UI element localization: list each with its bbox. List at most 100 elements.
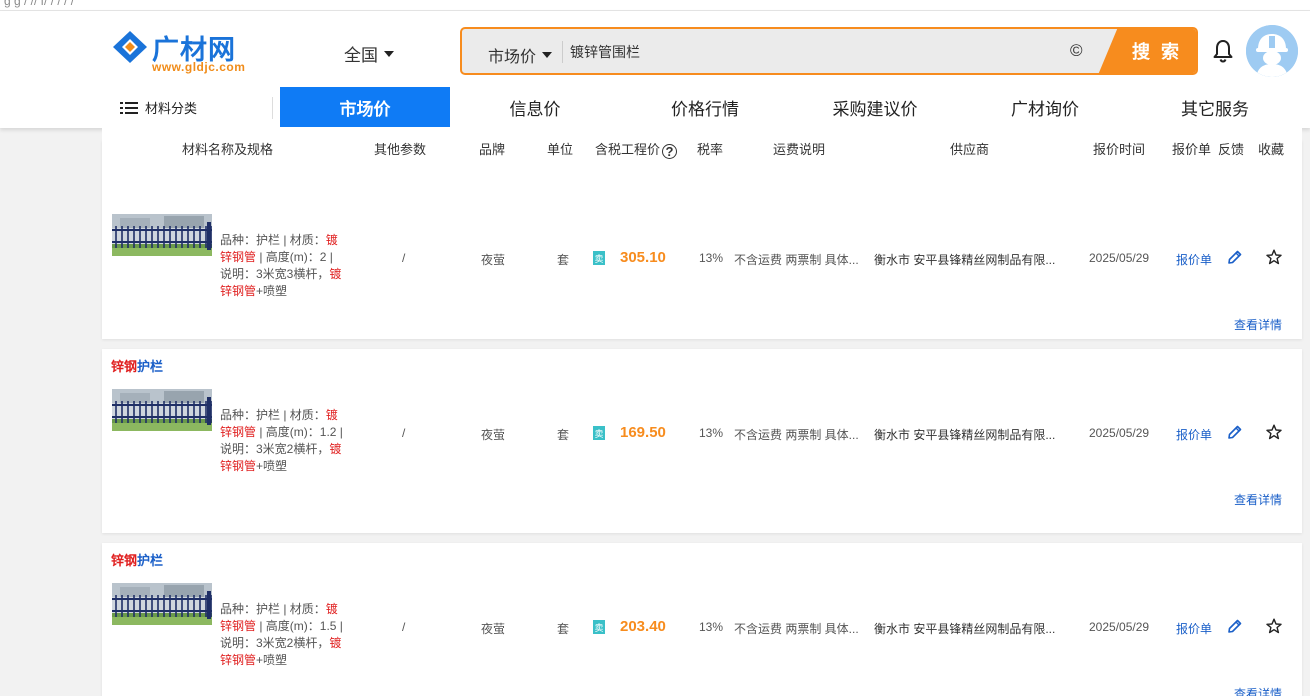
product-title-link[interactable]: 锌钢护栏: [111, 550, 163, 569]
search-divider: [562, 41, 563, 63]
browser-top-strip: g g / // f/ / / / /: [0, 0, 1310, 11]
col-header-feedback: 反馈: [1218, 142, 1245, 157]
search-type-label: 市场价: [488, 49, 537, 66]
bell-icon[interactable]: [1212, 39, 1234, 63]
star-icon[interactable]: [1266, 618, 1282, 634]
region-selector[interactable]: 全国: [344, 41, 394, 66]
unit-cell: 套: [557, 622, 570, 636]
other-params: /: [402, 251, 406, 265]
freight-note[interactable]: 不含运费 两票制 具体...: [734, 620, 859, 637]
brand-cell: 夜萤: [481, 428, 506, 442]
list-menu-icon: [120, 101, 138, 114]
truncated-text: g g / // f/ / / / /: [4, 0, 75, 8]
tab-market-price[interactable]: 市场价: [280, 87, 450, 127]
product-description: 品种：护栏 | 材质：镀锌钢管 | 高度(m)：1.2 | 说明：3米宽2横杆，…: [220, 407, 344, 475]
edit-feedback-icon[interactable]: [1227, 424, 1243, 440]
view-details-link[interactable]: 查看详情: [1234, 685, 1282, 696]
product-thumbnail[interactable]: [112, 389, 212, 431]
desc-text: 品种：护栏 | 材质：: [220, 233, 326, 247]
sell-badge: 卖: [593, 426, 605, 440]
supplier-link[interactable]: 衡水市 安平县锋精丝网制品有限...: [874, 426, 1055, 443]
search-button[interactable]: 搜 索: [1098, 29, 1196, 73]
chevron-down-icon: [542, 52, 553, 58]
brand-cell: 夜萤: [481, 253, 506, 267]
col-header-supplier: 供应商: [950, 142, 990, 157]
desc-text: +喷塑: [256, 459, 288, 473]
main-nav: 材料分类 市场价 信息价 价格行情 采购建议价 广材询价 其它服务: [0, 87, 1310, 127]
logo-mark-icon: [113, 31, 147, 63]
brand-cell: 夜萤: [481, 622, 506, 636]
desc-text: +喷塑: [256, 653, 288, 667]
product-title-link[interactable]: 锌钢护栏: [111, 356, 163, 375]
result-card: 锌钢护栏品种：护栏 | 材质：镀锌钢管 | 高度(m)：1.2 | 说明：3米宽…: [102, 349, 1302, 533]
quote-sheet-link[interactable]: 报价单: [1176, 620, 1212, 637]
quote-sheet-link[interactable]: 报价单: [1176, 426, 1212, 443]
price-value: 169.50: [620, 424, 666, 441]
col-header-freight: 运费说明: [773, 142, 826, 157]
product-description: 品种：护栏 | 材质：镀锌钢管 | 高度(m)：1.5 | 说明：3米宽2横杆，…: [220, 601, 344, 669]
edit-feedback-icon[interactable]: [1227, 249, 1243, 265]
price-value: 305.10: [620, 249, 666, 266]
price-value: 203.40: [620, 618, 666, 635]
product-description: 品种：护栏 | 材质：镀锌钢管 | 高度(m)：2 | 说明：3米宽3横杆，镀锌…: [220, 232, 344, 300]
clear-icon[interactable]: ©: [1070, 41, 1083, 61]
avatar[interactable]: [1246, 25, 1298, 77]
search-type-dropdown[interactable]: 市场价: [488, 43, 553, 67]
tab-purchase-advice[interactable]: 采购建议价: [790, 87, 960, 127]
quote-sheet-link[interactable]: 报价单: [1176, 251, 1212, 268]
freight-note[interactable]: 不含运费 两票制 具体...: [734, 251, 859, 268]
col-header-name: 材料名称及规格: [182, 142, 274, 157]
search-input[interactable]: [570, 38, 1050, 66]
star-icon[interactable]: [1266, 424, 1282, 440]
chevron-down-icon: [384, 50, 394, 57]
quote-date: 2025/05/29: [1089, 620, 1150, 634]
col-header-date: 报价时间: [1093, 142, 1146, 157]
category-label: 材料分类: [145, 101, 198, 116]
brand-url: www.gldjc.com: [152, 60, 246, 74]
site-logo[interactable]: 广材网 www.gldjc.com: [112, 28, 252, 76]
title-rest: 护栏: [137, 553, 164, 568]
tab-info-price[interactable]: 信息价: [450, 87, 620, 127]
col-header-unit: 单位: [547, 142, 574, 157]
category-menu-button[interactable]: 材料分类: [120, 98, 197, 117]
unit-cell: 套: [557, 253, 570, 267]
desc-text: +喷塑: [256, 284, 288, 298]
result-card: 锌钢护栏品种：护栏 | 材质：镀锌钢管 | 高度(m)：1.5 | 说明：3米宽…: [102, 543, 1302, 696]
sell-badge: 卖: [593, 620, 605, 634]
product-thumbnail[interactable]: [112, 214, 212, 256]
help-icon[interactable]: ?: [662, 144, 678, 159]
tax-rate: 13%: [699, 620, 724, 634]
view-details-link[interactable]: 查看详情: [1234, 491, 1282, 508]
supplier-link[interactable]: 衡水市 安平县锋精丝网制品有限...: [874, 620, 1055, 637]
title-highlight: 锌钢: [111, 553, 138, 568]
desc-text: 品种：护栏 | 材质：: [220, 408, 326, 422]
desc-text: 品种：护栏 | 材质：: [220, 602, 326, 616]
supplier-link[interactable]: 衡水市 安平县锋精丝网制品有限...: [874, 251, 1055, 268]
col-header-tax: 税率: [697, 142, 724, 157]
site-header: 广材网 www.gldjc.com 全国 市场价 © 搜 索: [0, 11, 1310, 128]
tax-rate: 13%: [699, 251, 724, 265]
col-header-price-label: 含税工程价: [595, 142, 661, 157]
col-header-favorite: 收藏: [1258, 142, 1285, 157]
title-rest: 护栏: [137, 359, 164, 374]
sell-badge: 卖: [593, 251, 605, 265]
title-highlight: 锌钢: [111, 359, 138, 374]
col-header-price: 含税工程价?: [595, 139, 678, 159]
col-header-params: 其他参数: [374, 142, 427, 157]
product-thumbnail[interactable]: [112, 583, 212, 625]
quote-date: 2025/05/29: [1089, 426, 1150, 440]
edit-feedback-icon[interactable]: [1227, 618, 1243, 634]
col-header-brand: 品牌: [479, 142, 506, 157]
col-header-quote: 报价单: [1172, 142, 1212, 157]
tab-other-services[interactable]: 其它服务: [1130, 87, 1300, 127]
tax-rate: 13%: [699, 426, 724, 440]
result-card: 锌钢护栏品种：护栏 | 材质：镀锌钢管 | 高度(m)：2 | 说明：3米宽3横…: [102, 140, 1302, 339]
quote-date: 2025/05/29: [1089, 251, 1150, 265]
view-details-link[interactable]: 查看详情: [1234, 316, 1282, 333]
other-params: /: [402, 620, 406, 634]
tab-price-trend[interactable]: 价格行情: [620, 87, 790, 127]
star-icon[interactable]: [1266, 249, 1282, 265]
avatar-icon: [1246, 25, 1298, 77]
freight-note[interactable]: 不含运费 两票制 具体...: [734, 426, 859, 443]
tab-gldjc-inquiry[interactable]: 广材询价: [960, 87, 1130, 127]
